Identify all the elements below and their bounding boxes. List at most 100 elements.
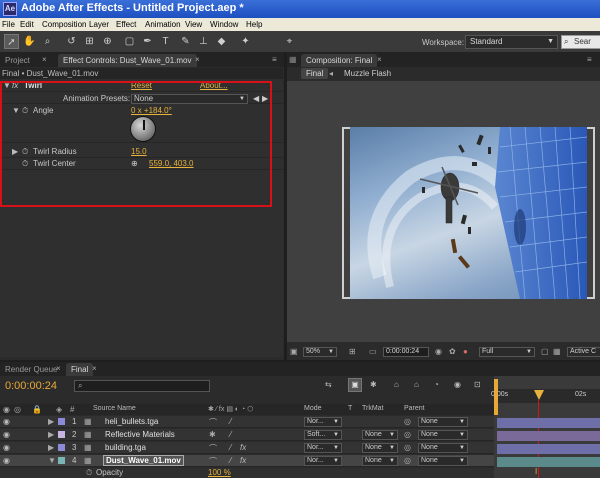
frame-blending-icon[interactable]: ⌂ [414, 380, 419, 389]
breadcrumb-final[interactable]: Final [301, 68, 329, 79]
current-time[interactable]: 0:00:00:24 [5, 380, 57, 392]
layer-parent-select[interactable]: None ▼ [418, 443, 468, 453]
eye-icon[interactable]: ◉ [3, 456, 10, 465]
pick-whip-icon[interactable]: ◎ [404, 417, 411, 426]
layer-label-color[interactable] [58, 444, 65, 451]
layer-duration-bar[interactable] [497, 418, 600, 428]
source-name-header[interactable]: Source Name [93, 405, 136, 412]
graph-editor-icon[interactable]: ⊡ [474, 380, 481, 389]
show-snapshot-icon[interactable]: ✿ [449, 347, 456, 356]
camera-tool-icon[interactable]: ⊞ [82, 34, 97, 49]
pick-whip-icon[interactable]: ◎ [404, 443, 411, 452]
layer-row[interactable]: ◉ ▶ 3 ▦ building.tga ⌒ ⁄ fx Nor... ▼ None… [0, 442, 494, 454]
selection-tool-icon[interactable]: ➚ [4, 34, 19, 49]
quality-switch-icon[interactable]: ⁄ [230, 430, 231, 439]
menu-layer[interactable]: Layer [89, 20, 109, 29]
mode-header[interactable]: Mode [304, 405, 322, 412]
tab-final[interactable]: Final [66, 363, 94, 376]
expand-layer-icon[interactable]: ▶ [48, 430, 54, 439]
region-of-interest-icon[interactable]: ▢ [541, 347, 549, 356]
menu-composition[interactable]: Composition [42, 20, 86, 29]
tab-close-icon[interactable]: × [195, 55, 200, 64]
eye-icon[interactable]: ◉ [3, 443, 10, 452]
menu-window[interactable]: Window [210, 20, 238, 29]
trkmat-header[interactable]: TrkMat [362, 405, 384, 412]
mask-visibility-icon[interactable]: ▭ [369, 347, 377, 356]
collapse-switch-icon[interactable]: ✱ [209, 430, 216, 439]
current-time-display[interactable]: 0:00:00:24 [383, 347, 429, 357]
eye-icon[interactable]: ◉ [3, 430, 10, 439]
expand-layer-icon[interactable]: ▶ [48, 417, 54, 426]
layer-mode-select[interactable]: Nor... ▼ [304, 456, 342, 466]
pan-behind-tool-icon[interactable]: ⊕ [100, 34, 115, 49]
hide-shy-layers-icon[interactable]: ⌂ [394, 380, 399, 389]
layer-label-color[interactable] [58, 457, 65, 464]
eraser-tool-icon[interactable]: ◆ [214, 34, 229, 49]
layer-name[interactable]: building.tga [105, 443, 146, 452]
quality-switch-icon[interactable]: ⁄ [230, 443, 231, 452]
mask-tool-icon[interactable]: ▢ [122, 34, 137, 49]
layer-name[interactable]: Dust_Wave_01.mov [103, 455, 184, 466]
layer-label-color[interactable] [58, 431, 65, 438]
always-preview-icon[interactable]: ▣ [290, 347, 298, 356]
layer-mode-select[interactable]: Nor... ▼ [304, 443, 342, 453]
quality-switch-icon[interactable]: ⁄ [230, 417, 231, 426]
layer-mode-select[interactable]: Soft... ▼ [304, 430, 342, 440]
text-tool-icon[interactable]: T [158, 34, 173, 49]
workspace-select[interactable]: Standard ▼ [465, 35, 558, 49]
layer-trkmat-select[interactable]: None ▼ [362, 443, 398, 453]
layer-name[interactable]: Reflective Materials [105, 430, 175, 439]
pick-whip-icon[interactable]: ◎ [404, 456, 411, 465]
layer-parent-select[interactable]: None ▼ [418, 417, 468, 427]
menu-help[interactable]: Help [246, 20, 262, 29]
eye-icon[interactable]: ◉ [3, 417, 10, 426]
clone-stamp-tool-icon[interactable]: ⊥ [196, 34, 211, 49]
fx-switch-icon[interactable]: fx [240, 443, 246, 452]
panel-menu-icon[interactable]: ≡ [272, 55, 277, 64]
camera-view-select[interactable]: Active C [567, 347, 600, 357]
puppet-tool-icon[interactable]: ✦ [238, 34, 253, 49]
keyframe-icon[interactable]: I [535, 467, 537, 476]
pen-tool-icon[interactable]: ✒ [140, 34, 155, 49]
layer-mode-select[interactable]: Nor... ▼ [304, 417, 342, 427]
tab-close-icon[interactable]: × [56, 364, 61, 373]
collapse-layer-icon[interactable]: ▼ [48, 456, 56, 465]
zoom-select[interactable]: 50% ▼ [303, 347, 337, 357]
work-area-start-handle[interactable] [494, 379, 498, 415]
comp-mini-flowchart-icon[interactable]: ⇆ [325, 380, 332, 389]
project-tab-close-icon[interactable]: × [42, 55, 47, 64]
pick-whip-icon[interactable]: ◎ [404, 430, 411, 439]
layer-trkmat-select[interactable]: None ▼ [362, 456, 398, 466]
shy-switch-icon[interactable]: ⌒ [209, 443, 217, 454]
layer-row-selected[interactable]: ◉ ▼ 4 ▦ Dust_Wave_01.mov ⌒ ⁄ fx Nor... ▼ … [0, 455, 494, 467]
resolution-select[interactable]: Full ▼ [479, 347, 535, 357]
layer-search-input[interactable]: ⌕ [74, 380, 210, 392]
zoom-tool-icon[interactable]: ⌕ [40, 34, 55, 49]
expand-layer-icon[interactable]: ▶ [48, 443, 54, 452]
snapshot-icon[interactable]: ◉ [435, 347, 442, 356]
transparency-grid-icon[interactable]: ▦ [553, 347, 561, 356]
layer-row[interactable]: ◉ ▶ 1 ▦ heli_bullets.tga ⌒ ⁄ Nor... ▼ ◎ N… [0, 416, 494, 428]
stopwatch-icon[interactable]: ⏱ [86, 468, 92, 478]
layer-duration-bar[interactable] [497, 457, 600, 467]
panel-menu-icon[interactable]: ≡ [587, 55, 592, 64]
rotate-tool-icon[interactable]: ↺ [64, 34, 79, 49]
shy-switch-icon[interactable]: ⌒ [209, 456, 217, 467]
help-search-input[interactable]: ⌕ Sear [561, 35, 600, 49]
quality-switch-icon[interactable]: ⁄ [230, 456, 231, 465]
tab-close-icon[interactable]: × [377, 55, 382, 64]
time-ruler[interactable]: 0:00s 02s [491, 389, 600, 403]
lock-icon[interactable]: ▦ [289, 55, 297, 64]
menu-view[interactable]: View [185, 20, 202, 29]
draft-3d-icon[interactable]: ✱ [370, 380, 377, 389]
menu-effect[interactable]: Effect [116, 20, 136, 29]
show-channel-icon[interactable]: ● [463, 347, 468, 356]
opacity-value[interactable]: 100 % [208, 468, 231, 477]
brush-tool-icon[interactable]: ✎ [178, 34, 193, 49]
menu-animation[interactable]: Animation [145, 20, 181, 29]
layer-duration-bar[interactable] [497, 444, 600, 454]
brainstorm-icon[interactable]: ◉ [454, 380, 461, 389]
fx-switch-icon[interactable]: fx [240, 456, 246, 465]
shy-switch-icon[interactable]: ⌒ [209, 417, 217, 428]
axis-mode-icon[interactable]: ⌖ [282, 34, 297, 49]
